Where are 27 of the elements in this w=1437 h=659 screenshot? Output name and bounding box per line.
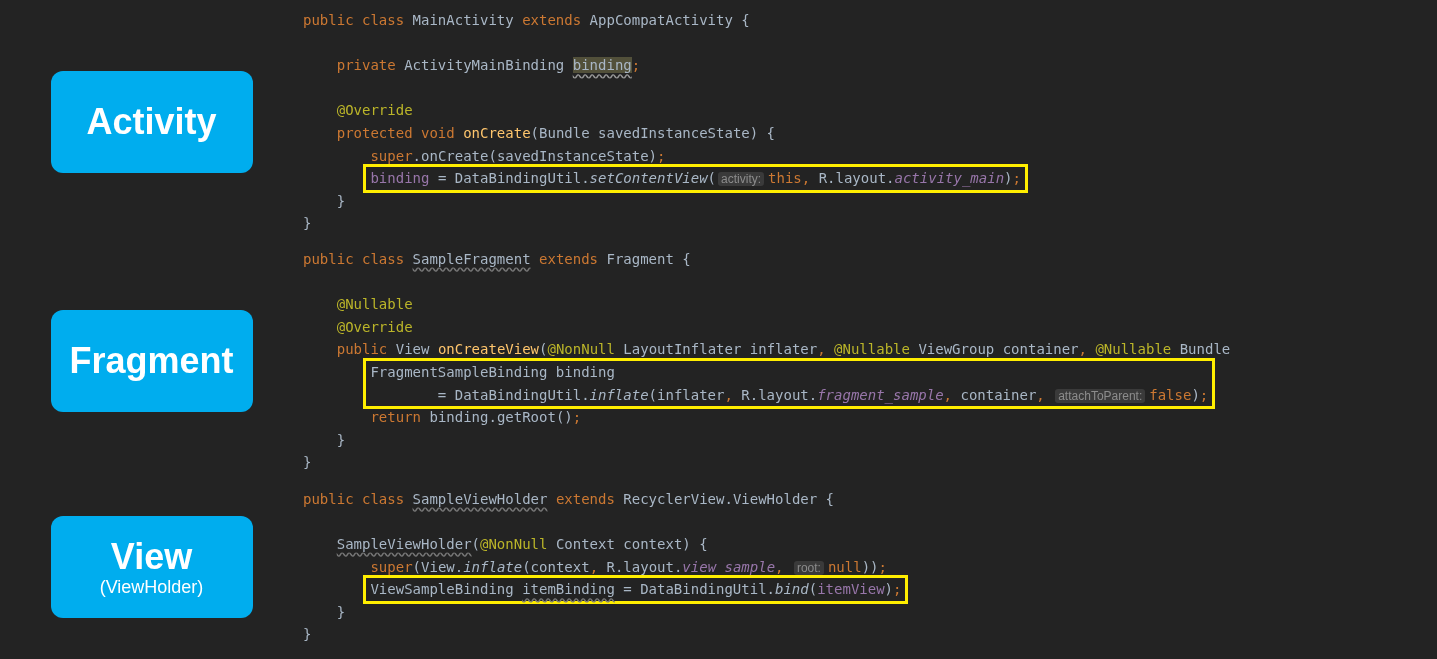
code-line: super.onCreate(savedInstanceState);	[369, 146, 666, 166]
code-line: @Nullable	[335, 295, 413, 315]
section-title: View	[110, 536, 193, 577]
code-line: public class SampleViewHolder extends RecyclerView.ViewHolder {	[303, 489, 835, 509]
code-line: }	[303, 214, 312, 234]
code-line: private ActivityMainBinding binding;	[335, 56, 641, 76]
code-line: SampleViewHolder(@NonNull Context context) {	[335, 535, 708, 555]
code-line: }	[335, 602, 346, 622]
code-line: }	[335, 191, 346, 211]
code-line: }	[335, 430, 346, 450]
code-line: @Override	[335, 317, 413, 337]
code-line: protected void onCreate(Bundle savedInstanceState) {	[335, 123, 776, 143]
code-line: return binding.getRoot();	[369, 408, 582, 428]
code-line: public class MainActivity extends AppCompatActivity {	[303, 11, 750, 30]
code-line: ViewSampleBinding itemBinding = DataBindingUtil.bind(itemView);	[370, 580, 902, 600]
code-line: public class SampleFragment extends Fragment {	[303, 249, 691, 269]
code-line: public View onCreateView(@NonNull LayoutInflater inflater, @Nullable ViewGroup container, @Nullable Bundle	[335, 340, 1231, 360]
section-subtitle: (ViewHolder)	[99, 576, 204, 597]
code-line: = DataBindingUtil.inflate(inflater, R.layout.fragment_sample, container, attachToParent: false);	[436, 385, 1209, 406]
section-title: Fragment	[69, 340, 234, 381]
code-line: FragmentSampleBinding binding	[370, 362, 615, 382]
section-title: Activity	[86, 101, 217, 142]
code-line: }	[303, 625, 312, 645]
code-line: super(View.inflate(context, R.layout.view_sample, root: null));	[369, 557, 887, 577]
code-line: @Override	[335, 101, 413, 121]
code-line: }	[303, 453, 312, 473]
code-line: binding = DataBindingUtil.setContentView( activity: this, R.layout.activity_main);	[370, 169, 1021, 189]
